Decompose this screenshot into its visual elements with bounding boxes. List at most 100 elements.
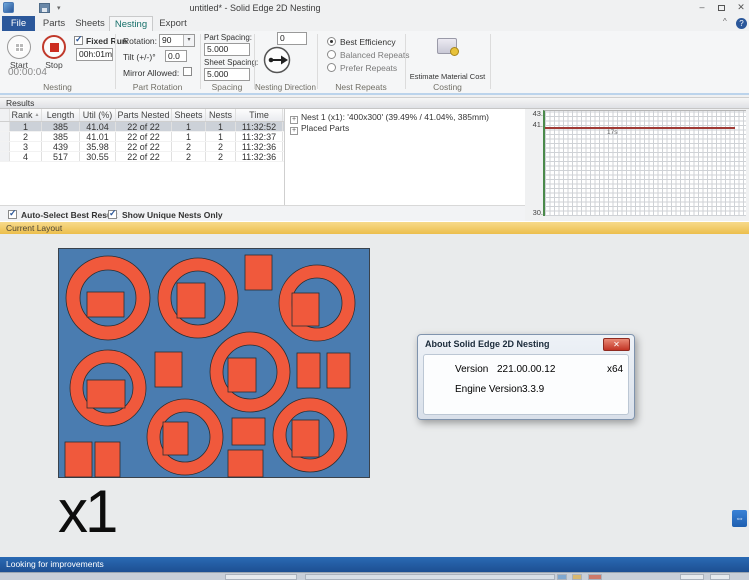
column-header-time[interactable]: Time <box>236 109 283 121</box>
tab-nesting[interactable]: Nesting <box>109 16 153 31</box>
save-icon[interactable] <box>39 3 50 13</box>
taskbar-button[interactable] <box>305 574 555 580</box>
taskbar-button[interactable] <box>680 574 704 580</box>
tree-expand-icon[interactable]: + <box>290 127 298 135</box>
auto-select-label: Auto-Select Best Result <box>21 210 117 220</box>
start-icon <box>15 43 24 52</box>
row-gutter <box>0 142 10 151</box>
taskbar-button[interactable] <box>225 574 297 580</box>
tab-sheets[interactable]: Sheets <box>71 16 109 31</box>
utilization-annotation: 17s <box>607 129 617 136</box>
radio-balanced-repeats[interactable] <box>327 50 336 59</box>
status-message: Looking for improvements <box>6 557 104 572</box>
stop-button[interactable] <box>42 35 66 59</box>
results-title: Results <box>6 98 34 109</box>
mirror-allowed-checkbox[interactable] <box>183 67 192 76</box>
taskbar-button[interactable] <box>710 574 730 580</box>
tilt-input[interactable]: 0.0 <box>165 50 187 62</box>
run-duration-field[interactable]: 00h:01m <box>76 48 113 61</box>
table-row[interactable]: 343935.9822 of 222211:32:36 <box>0 142 284 152</box>
column-header-sheets[interactable]: Sheets <box>172 109 206 121</box>
close-button[interactable]: ✕ <box>733 1 749 13</box>
restore-icon <box>718 5 725 11</box>
estimate-cost-icon[interactable] <box>437 38 457 54</box>
table-cell: 385 <box>42 122 80 131</box>
table-row[interactable]: 138541.0422 of 221111:32:52 <box>0 122 284 132</box>
tree-item-placed-parts[interactable]: +Placed Parts <box>290 123 349 135</box>
window-title: untitled* - Solid Edge 2D Nesting <box>110 3 400 13</box>
about-close-button[interactable]: ✕ <box>603 338 630 351</box>
title-bar: ▾ untitled* - Solid Edge 2D Nesting – ✕ <box>0 0 749 16</box>
table-row[interactable]: 451730.5522 of 222211:32:36 <box>0 152 284 162</box>
radio-prefer-repeats[interactable] <box>327 63 336 72</box>
table-cell: 1 <box>10 122 42 131</box>
table-cell: 385 <box>42 132 80 141</box>
engine-version-label: Engine Version <box>455 384 522 395</box>
nest-sheet-svg[interactable] <box>58 248 370 478</box>
column-header-rank[interactable]: Rank▲ <box>10 109 42 121</box>
table-cell: 1 <box>172 122 206 131</box>
ribbon-collapse-icon[interactable]: ^ <box>723 17 727 26</box>
minimize-button[interactable]: – <box>694 1 710 13</box>
tilt-label: Tilt (+/-)° <box>123 52 156 62</box>
start-button[interactable] <box>7 35 31 59</box>
taskbar-button[interactable] <box>572 574 582 580</box>
results-options-row: ✓ Auto-Select Best Result ✓ Show Unique … <box>0 205 525 221</box>
tab-file[interactable]: File <box>2 16 35 31</box>
table-cell: 1 <box>206 122 236 131</box>
table-cell: 22 of 22 <box>116 152 172 161</box>
auto-select-checkbox[interactable]: ✓ <box>8 210 17 219</box>
taskbar-button[interactable] <box>557 574 567 580</box>
column-header-util[interactable]: Util (%) <box>80 109 116 121</box>
nesting-direction-icon[interactable] <box>263 46 291 74</box>
table-cell: 35.98 <box>80 142 116 151</box>
about-dialog: About Solid Edge 2D Nesting ✕ Version 22… <box>417 334 635 420</box>
direction-input[interactable]: 0 <box>277 32 307 45</box>
sheet-spacing-input[interactable]: 5.000 <box>204 68 250 81</box>
group-nesting-direction: 0 Nesting Direction <box>254 31 317 93</box>
part-spacing-input[interactable]: 5.000 <box>204 43 250 56</box>
show-unique-checkbox[interactable]: ✓ <box>108 210 117 219</box>
radio-best-efficiency[interactable] <box>327 37 336 46</box>
table-cell: 11:32:37 <box>236 132 283 141</box>
about-dialog-title: About Solid Edge 2D Nesting <box>425 339 550 349</box>
column-header-parts-nested[interactable]: Parts Nested <box>116 109 172 121</box>
status-bar: Looking for improvements <box>0 557 749 572</box>
tab-parts[interactable]: Parts <box>37 16 71 31</box>
about-dialog-body: Version 221.00.00.12 x64 Engine Version … <box>423 354 629 415</box>
group-label-spacing: Spacing <box>200 82 254 92</box>
help-icon[interactable]: ? <box>736 18 747 29</box>
column-header-length[interactable]: Length <box>42 109 80 121</box>
sheet-spacing-label: Sheet Spacing: <box>204 58 258 67</box>
utilization-grid: 17s <box>543 110 746 216</box>
table-cell: 1 <box>206 132 236 141</box>
rotation-combo[interactable]: 90▾ <box>159 34 195 47</box>
group-nesting: Start Stop ✓ Fixed Run 00h:01m 00:00:04 … <box>0 31 115 93</box>
arch-value: x64 <box>607 364 623 375</box>
table-row[interactable]: 238541.0122 of 221111:32:37 <box>0 132 284 142</box>
table-cell: 4 <box>10 152 42 161</box>
column-header-nests[interactable]: Nests <box>206 109 236 121</box>
engine-version-value: 3.3.9 <box>522 384 544 395</box>
radio-balanced-repeats-label: Balanced Repeats <box>340 50 409 60</box>
results-table-body: 138541.0422 of 221111:32:52238541.0122 o… <box>0 122 284 162</box>
taskbar-button[interactable] <box>588 574 602 580</box>
quick-access-dropdown-icon[interactable]: ▾ <box>57 4 61 12</box>
table-cell: 2 <box>10 132 42 141</box>
fixed-run-checkbox[interactable]: ✓ <box>74 36 83 45</box>
group-part-rotation: Rotation: 90▾ Tilt (+/-)° 0.0 Mirror All… <box>115 31 200 93</box>
results-table: Rank▲ Length Util (%) Parts Nested Sheet… <box>0 109 284 205</box>
group-nest-repeats: Best Efficiency Balanced Repeats Prefer … <box>317 31 405 93</box>
table-cell: 11:32:36 <box>236 142 283 151</box>
remote-access-icon[interactable]: ⇔ <box>732 510 747 527</box>
tab-export[interactable]: Export <box>153 16 193 31</box>
restore-button[interactable] <box>713 1 729 13</box>
table-cell: 2 <box>172 142 206 151</box>
check-icon: ✓ <box>109 208 117 219</box>
estimate-cost-button[interactable]: Estimate Material Cost <box>405 72 490 81</box>
sort-icon: ▲ <box>35 112 40 118</box>
version-value: 221.00.00.12 <box>497 364 555 375</box>
rotation-dropdown-icon[interactable]: ▾ <box>183 35 194 46</box>
ribbon-tabs: File Parts Sheets Nesting Export ^ ? <box>0 16 749 31</box>
check-icon: ✓ <box>9 208 17 219</box>
